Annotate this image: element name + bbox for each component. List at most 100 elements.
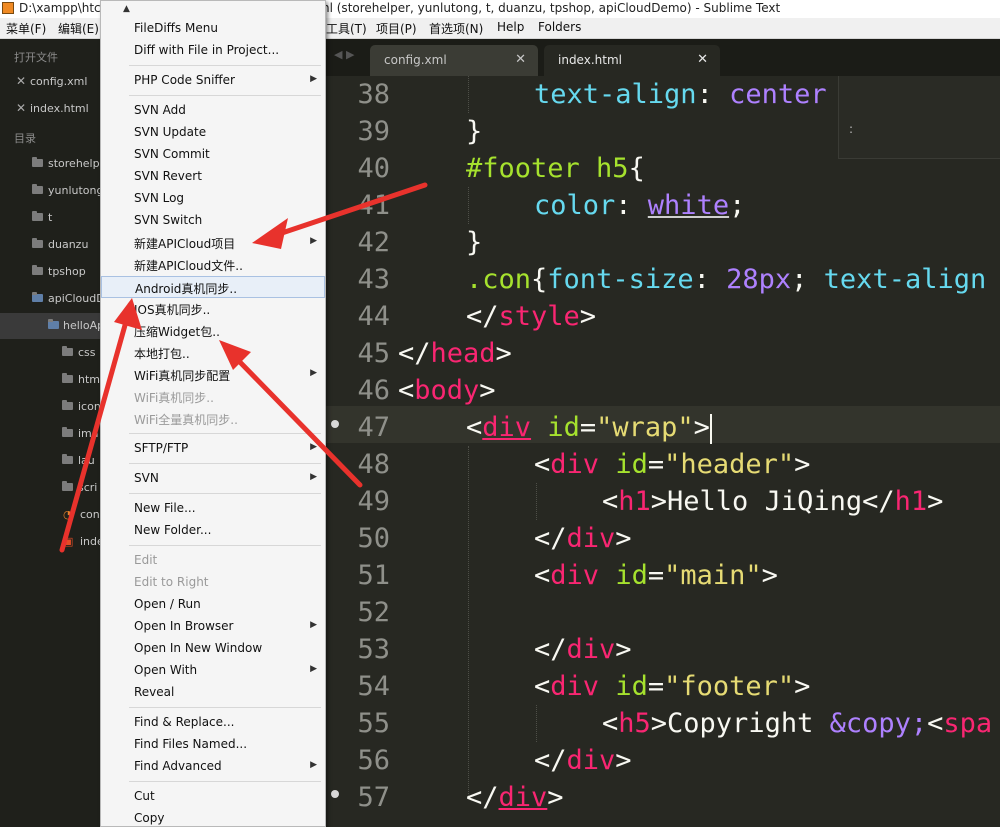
- menu-item-new-apicloud-project[interactable]: 新建APICloud项目 ▶: [101, 232, 325, 254]
- menu-item-reveal[interactable]: Reveal: [101, 682, 325, 704]
- open-file-config-xml[interactable]: ✕ config.xml: [0, 69, 100, 95]
- code-line-44: </style>: [466, 301, 597, 332]
- folder-icon: [32, 184, 43, 194]
- menu-item-svn-revert[interactable]: SVN Revert: [101, 166, 325, 188]
- line-number: 48: [357, 449, 390, 480]
- code-line-46: <body>: [398, 375, 496, 406]
- folder-duanzu[interactable]: duanzu: [0, 232, 100, 258]
- menu-folders[interactable]: Folders: [538, 20, 581, 34]
- menu-project[interactable]: 项目(P): [376, 20, 417, 37]
- code-line-56: </div>: [534, 745, 632, 776]
- menu-item-new-apicloud-file[interactable]: 新建APICloud文件..: [101, 254, 325, 276]
- close-icon[interactable]: ✕: [16, 101, 26, 115]
- menu-item-sftp-ftp[interactable]: SFTP/FTP ▶: [101, 438, 325, 460]
- code-editor[interactable]: 38 39 40 41 42 43 44 45 46 47 48 49 50 5…: [326, 76, 1000, 827]
- folder-image[interactable]: ima: [0, 421, 100, 447]
- menu-separator: [129, 433, 321, 434]
- file-index[interactable]: ▣ inde: [0, 529, 100, 555]
- submenu-arrow-icon: ▶: [310, 620, 317, 630]
- fold-marker-icon[interactable]: [331, 790, 339, 798]
- tab-bar: ◀ ▶ config.xml ✕ index.html ✕: [326, 39, 1000, 76]
- scroll-up-arrow-icon[interactable]: ▲: [123, 4, 130, 14]
- goto-panel[interactable]: :: [838, 76, 1000, 159]
- menu-item-cut[interactable]: Cut: [101, 786, 325, 808]
- tab-index-html[interactable]: index.html ✕: [544, 45, 720, 76]
- menu-item-find-advanced[interactable]: Find Advanced ▶: [101, 756, 325, 778]
- line-number: 56: [357, 745, 390, 776]
- folder-icon-dir[interactable]: icon: [0, 394, 100, 420]
- menu-item-android-sync[interactable]: Android真机同步..: [101, 276, 325, 298]
- folder-t[interactable]: t: [0, 205, 100, 231]
- menu-item-local-package[interactable]: 本地打包..: [101, 342, 325, 364]
- folder-icon: [62, 454, 73, 464]
- folder-html[interactable]: htm: [0, 367, 100, 393]
- indent-guide: [468, 76, 469, 113]
- open-file-index-html[interactable]: ✕ index.html: [0, 96, 100, 122]
- line-number: 41: [357, 190, 390, 221]
- tab-nav-arrows-icon[interactable]: ◀ ▶: [334, 48, 354, 61]
- menu-item-diff-with-file[interactable]: Diff with File in Project...: [101, 40, 325, 62]
- menu-item-filediffs[interactable]: FileDiffs Menu: [101, 18, 325, 40]
- menu-item-open-run[interactable]: Open / Run: [101, 594, 325, 616]
- window-title-right: nl (storehelper, yunlutong, t, duanzu, t…: [322, 1, 781, 15]
- menu-item-copy[interactable]: Copy: [101, 808, 325, 826]
- menu-edit[interactable]: 编辑(E): [58, 20, 99, 37]
- menu-item-svn[interactable]: SVN ▶: [101, 468, 325, 490]
- menu-item-open-in-browser[interactable]: Open In Browser ▶: [101, 616, 325, 638]
- menu-separator: [129, 493, 321, 494]
- menu-item-open-with[interactable]: Open With ▶: [101, 660, 325, 682]
- menu-item-wifi-sync-config[interactable]: WiFi真机同步配置 ▶: [101, 364, 325, 386]
- menu-item-wifi-sync: WiFi真机同步..: [134, 391, 214, 405]
- menu-item-open-new-window[interactable]: Open In New Window: [101, 638, 325, 660]
- folder-icon: [32, 265, 43, 275]
- line-number: 46: [357, 375, 390, 406]
- close-icon[interactable]: ✕: [16, 74, 26, 88]
- menu-item-find-replace[interactable]: Find & Replace...: [101, 712, 325, 734]
- folder-script[interactable]: scri: [0, 475, 100, 501]
- tab-config-xml[interactable]: config.xml ✕: [370, 45, 538, 76]
- submenu-arrow-icon: ▶: [310, 760, 317, 770]
- menu-item-ios-sync[interactable]: IOS真机同步..: [101, 298, 325, 320]
- folder-apiclouddemo[interactable]: apiCloudD: [0, 286, 100, 312]
- code-line-48: <div id="header">: [534, 449, 811, 480]
- folder-tpshop[interactable]: tpshop: [0, 259, 100, 285]
- menu-help[interactable]: Help: [497, 20, 524, 34]
- code-line-49: <h1>Hello JiQing</h1>: [602, 486, 944, 517]
- menu-item-wifi-full-sync: WiFi全量真机同步..: [134, 413, 238, 427]
- tab-label: index.html: [558, 53, 622, 67]
- menu-tools[interactable]: 工具(T): [326, 20, 367, 37]
- menu-separator: [129, 95, 321, 96]
- close-icon[interactable]: ✕: [515, 52, 526, 67]
- close-icon[interactable]: ✕: [697, 52, 708, 67]
- menu-item-svn-switch[interactable]: SVN Switch: [101, 210, 325, 232]
- folder-icon: [32, 238, 43, 248]
- line-number: 40: [357, 153, 390, 184]
- text-cursor: [709, 413, 712, 444]
- indent-guide: [468, 187, 469, 224]
- fold-marker-icon[interactable]: [331, 420, 339, 428]
- sidebar: 打开文件 ✕ config.xml ✕ index.html 目录 storeh…: [0, 39, 100, 827]
- file-config[interactable]: ◔ con: [0, 502, 100, 528]
- menu-item-svn-update[interactable]: SVN Update: [101, 122, 325, 144]
- menu-item-svn-log[interactable]: SVN Log: [101, 188, 325, 210]
- menu-file[interactable]: 菜单(F): [6, 20, 46, 37]
- menu-item-new-folder[interactable]: New Folder...: [101, 520, 325, 542]
- open-file-label: index.html: [30, 102, 89, 115]
- menu-item-compress-widget[interactable]: 压缩Widget包..: [101, 320, 325, 342]
- code-line-55: <h5>Copyright &copy;<spa: [602, 708, 993, 739]
- menu-separator: [129, 781, 321, 782]
- menu-item-svn-add[interactable]: SVN Add: [101, 100, 325, 122]
- folder-launch[interactable]: lau: [0, 448, 100, 474]
- folder-icon: [62, 400, 73, 410]
- menu-item-svn-commit[interactable]: SVN Commit: [101, 144, 325, 166]
- menu-item-find-files-named[interactable]: Find Files Named...: [101, 734, 325, 756]
- menu-preferences[interactable]: 首选项(N): [429, 20, 483, 37]
- menu-item-new-file[interactable]: New File...: [101, 498, 325, 520]
- menu-item-php-code-sniffer[interactable]: PHP Code Sniffer ▶: [101, 70, 325, 92]
- submenu-arrow-icon: ▶: [310, 236, 317, 246]
- folder-helloapp[interactable]: helloAp: [0, 313, 100, 339]
- folder-storehelper[interactable]: storehelp: [0, 151, 100, 177]
- folder-css[interactable]: css: [0, 340, 100, 366]
- folder-yunlutong[interactable]: yunlutong: [0, 178, 100, 204]
- code-line-57: </div>: [466, 782, 564, 813]
